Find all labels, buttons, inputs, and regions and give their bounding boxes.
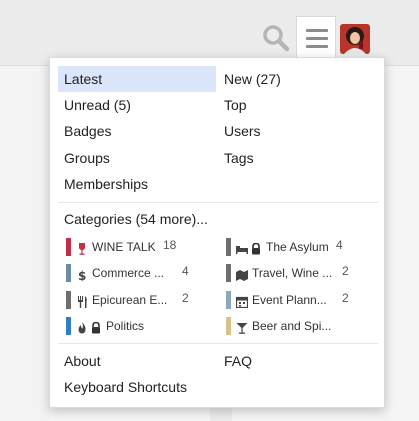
category-commerce[interactable]: $ Commerce ... 4 <box>66 263 216 283</box>
dollar-icon: $ <box>76 267 88 283</box>
category-travel-wine[interactable]: Travel, Wine ... 2 <box>226 263 378 283</box>
map-icon <box>236 267 248 281</box>
category-label: Beer and Spi... <box>252 319 332 333</box>
menu-item-faq[interactable]: FAQ <box>218 348 376 374</box>
hamburger-dropdown-menu: Latest Unread (5) Badges Groups Membersh… <box>49 57 385 408</box>
calendar-icon <box>235 294 249 309</box>
cocktail-icon <box>236 320 248 334</box>
category-epicurean[interactable]: Epicurean E... 2 <box>66 290 216 310</box>
user-avatar[interactable] <box>340 24 370 54</box>
page-background <box>0 66 50 421</box>
wine-glass-icon <box>76 241 88 255</box>
category-count: 4 <box>182 264 189 278</box>
menu-item-badges[interactable]: Badges <box>58 118 216 144</box>
category-label: WINE TALK <box>92 240 156 254</box>
lock-icon <box>90 320 102 334</box>
menu-item-about[interactable]: About <box>58 348 216 374</box>
categories-heading-link[interactable]: Categories (54 more)... <box>58 206 278 232</box>
category-wine-talk[interactable]: WINE TALK 18 <box>66 237 216 257</box>
category-color-swatch <box>226 264 231 282</box>
hamburger-icon <box>306 29 328 32</box>
category-the-asylum[interactable]: The Asylum 4 <box>226 237 378 257</box>
menu-item-memberships[interactable]: Memberships <box>58 171 216 197</box>
category-color-swatch <box>226 317 231 335</box>
utensils-icon <box>76 294 88 308</box>
menu-item-keyboard-shortcuts[interactable]: Keyboard Shortcuts <box>58 374 216 400</box>
menu-item-tags[interactable]: Tags <box>218 145 376 171</box>
category-label: Politics <box>106 319 145 333</box>
menu-divider <box>58 343 378 344</box>
category-count: 2 <box>342 291 349 305</box>
category-beer-and-spirits[interactable]: Beer and Spi... <box>226 316 378 336</box>
search-icon[interactable] <box>262 24 290 52</box>
menu-item-users[interactable]: Users <box>218 118 376 144</box>
category-label: The Asylum <box>266 240 329 254</box>
svg-text:$: $ <box>78 269 86 281</box>
menu-item-top[interactable]: Top <box>218 92 376 118</box>
category-count: 4 <box>336 238 343 252</box>
category-color-swatch <box>66 238 71 256</box>
category-color-swatch <box>66 291 71 309</box>
category-label: Epicurean E... <box>92 293 168 307</box>
category-politics[interactable]: Politics <box>66 316 216 336</box>
menu-divider <box>58 202 378 203</box>
category-count: 18 <box>163 238 177 252</box>
category-count: 2 <box>182 291 189 305</box>
category-label: Travel, Wine ... <box>252 266 333 280</box>
category-count: 2 <box>342 264 349 278</box>
lock-icon <box>250 241 262 255</box>
hamburger-menu-button[interactable] <box>296 16 336 62</box>
fire-icon <box>76 320 88 334</box>
menu-item-unread[interactable]: Unread (5) <box>58 92 216 118</box>
menu-item-groups[interactable]: Groups <box>58 145 216 171</box>
category-event-planning[interactable]: Event Plann... 2 <box>226 290 378 310</box>
category-color-swatch <box>226 238 231 256</box>
category-color-swatch <box>66 317 71 335</box>
menu-item-new[interactable]: New (27) <box>218 66 376 92</box>
category-label: Event Plann... <box>252 293 327 307</box>
category-label: Commerce ... <box>92 266 165 280</box>
category-color-swatch <box>226 291 231 309</box>
menu-item-latest[interactable]: Latest <box>58 66 216 92</box>
category-color-swatch <box>66 264 71 282</box>
bed-icon <box>236 241 248 254</box>
